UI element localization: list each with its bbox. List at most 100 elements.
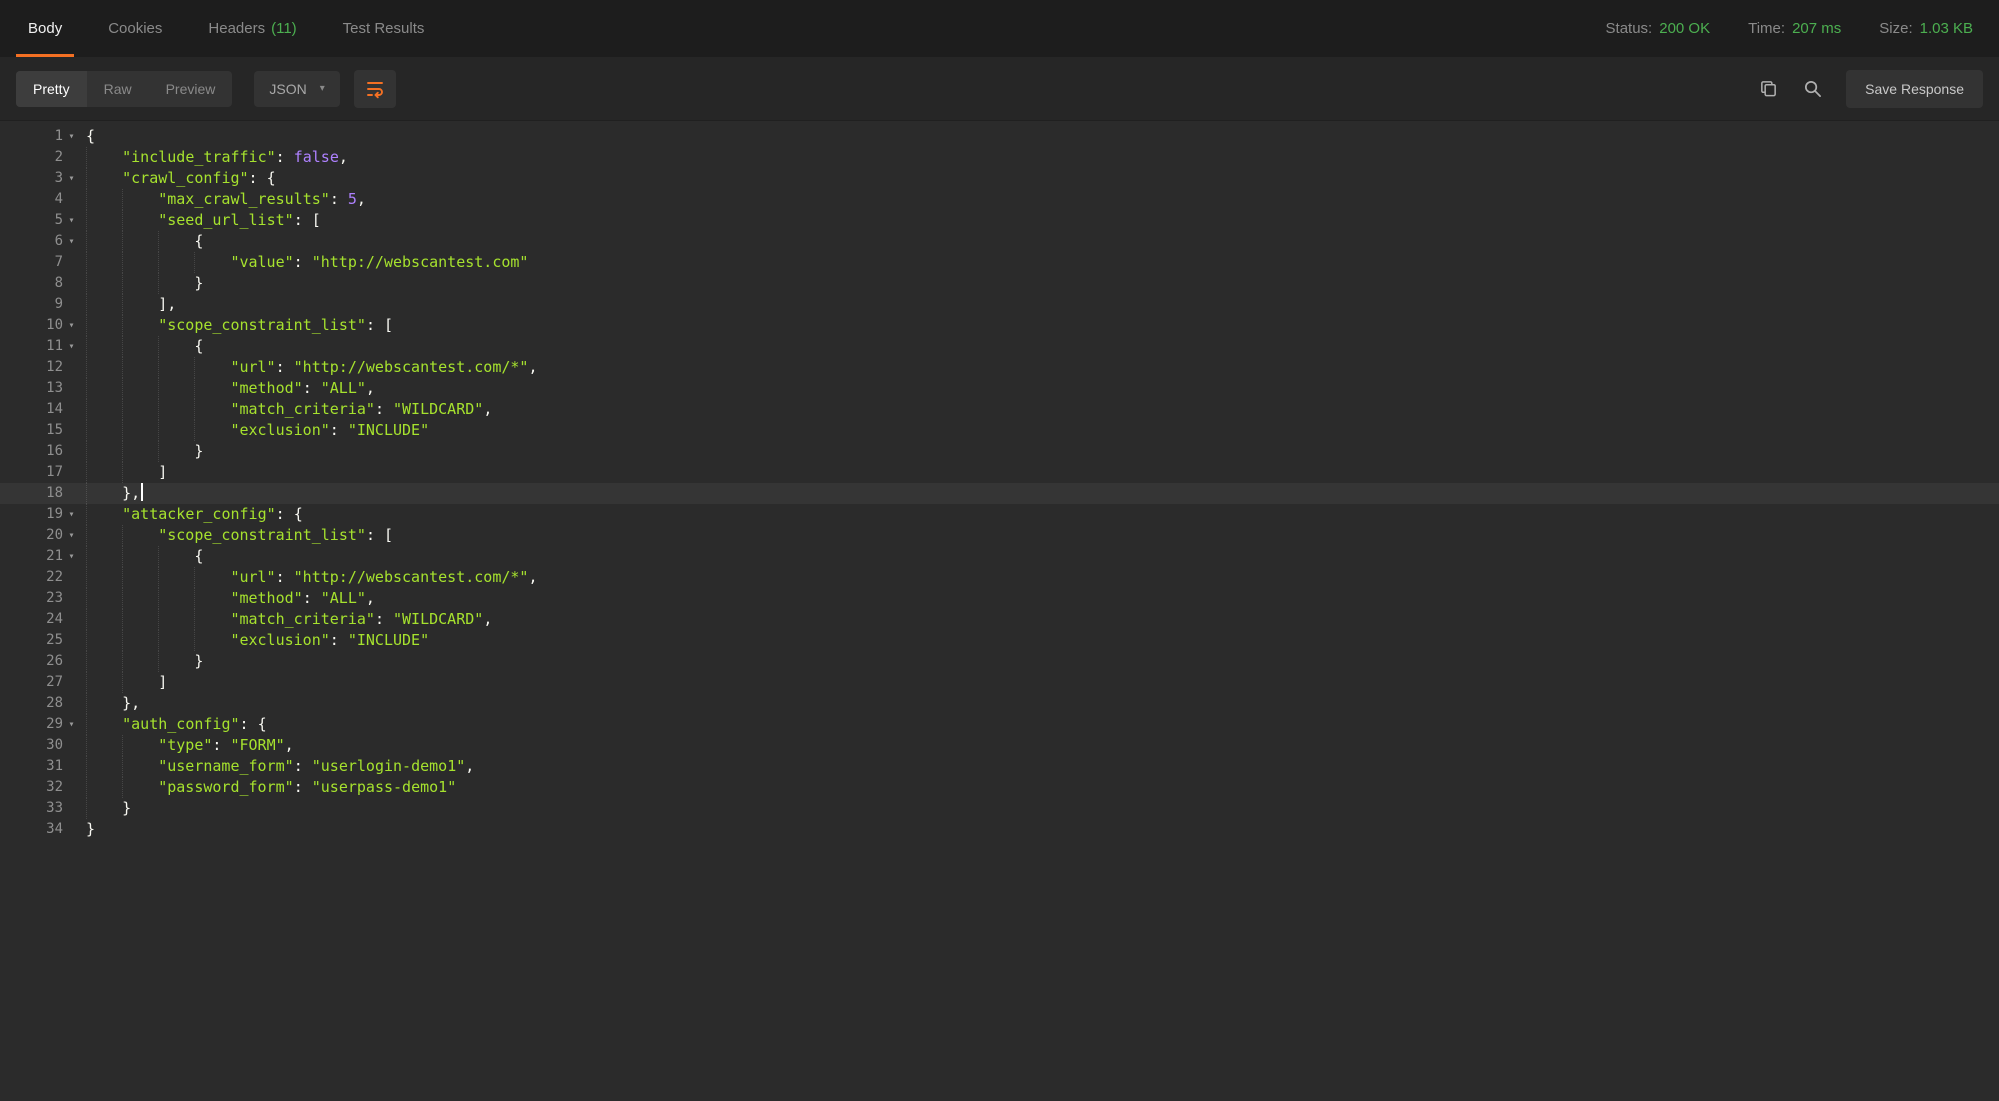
code-line[interactable]: 31"username_form": "userlogin-demo1",	[0, 756, 1999, 777]
code-text[interactable]: }	[80, 441, 1999, 462]
gutter-cell: 24	[0, 609, 80, 630]
code-line[interactable]: 17]	[0, 462, 1999, 483]
code-text[interactable]: "exclusion": "INCLUDE"	[80, 420, 1999, 441]
code-line[interactable]: 14"match_criteria": "WILDCARD",	[0, 399, 1999, 420]
code-line[interactable]: 13"method": "ALL",	[0, 378, 1999, 399]
response-body-editor[interactable]: 1▾{2"include_traffic": false,3▾"crawl_co…	[0, 120, 1999, 1101]
wrap-lines-button[interactable]	[354, 70, 396, 108]
fold-toggle-icon[interactable]: ▾	[63, 126, 80, 147]
token-str: "userpass-demo1"	[312, 778, 457, 796]
code-text[interactable]: }	[80, 798, 1999, 819]
tab-cookies[interactable]: Cookies	[106, 0, 164, 57]
code-text[interactable]: },	[80, 693, 1999, 714]
fold-toggle-icon[interactable]: ▾	[63, 504, 80, 525]
code-line[interactable]: 20▾"scope_constraint_list": [	[0, 525, 1999, 546]
fold-toggle-icon[interactable]: ▾	[63, 714, 80, 735]
code-text[interactable]: ]	[80, 462, 1999, 483]
response-body-toolbar: Pretty Raw Preview JSON ▾	[0, 57, 1999, 120]
code-text[interactable]: "match_criteria": "WILDCARD",	[80, 609, 1999, 630]
code-line[interactable]: 4"max_crawl_results": 5,	[0, 189, 1999, 210]
code-line[interactable]: 22"url": "http://webscantest.com/*",	[0, 567, 1999, 588]
pretty-button[interactable]: Pretty	[16, 71, 87, 107]
code-text[interactable]: "scope_constraint_list": [	[80, 315, 1999, 336]
code-text[interactable]: "password_form": "userpass-demo1"	[80, 777, 1999, 798]
code-line[interactable]: 5▾"seed_url_list": [	[0, 210, 1999, 231]
code-text[interactable]: "exclusion": "INCLUDE"	[80, 630, 1999, 651]
code-text[interactable]: }	[80, 651, 1999, 672]
tab-body[interactable]: Body	[26, 0, 64, 57]
code-text[interactable]: }	[80, 273, 1999, 294]
search-button[interactable]	[1802, 79, 1822, 99]
save-response-button[interactable]: Save Response	[1846, 70, 1983, 108]
fold-toggle-icon[interactable]: ▾	[63, 336, 80, 357]
fold-toggle-icon[interactable]: ▾	[63, 546, 80, 567]
code-text[interactable]: }	[80, 819, 1999, 840]
language-select[interactable]: JSON ▾	[254, 71, 339, 107]
code-text[interactable]: "match_criteria": "WILDCARD",	[80, 399, 1999, 420]
code-line[interactable]: 23"method": "ALL",	[0, 588, 1999, 609]
code-text[interactable]: "url": "http://webscantest.com/*",	[80, 357, 1999, 378]
tab-test-results[interactable]: Test Results	[341, 0, 427, 57]
code-text[interactable]: "username_form": "userlogin-demo1",	[80, 756, 1999, 777]
code-text[interactable]: "scope_constraint_list": [	[80, 525, 1999, 546]
fold-toggle-icon[interactable]: ▾	[63, 525, 80, 546]
code-line[interactable]: 25"exclusion": "INCLUDE"	[0, 630, 1999, 651]
code-text[interactable]: {	[80, 126, 1999, 147]
code-text[interactable]: "attacker_config": {	[80, 504, 1999, 525]
code-line[interactable]: 21▾{	[0, 546, 1999, 567]
code-line[interactable]: 9],	[0, 294, 1999, 315]
fold-toggle-icon[interactable]: ▾	[63, 168, 80, 189]
code-line[interactable]: 15"exclusion": "INCLUDE"	[0, 420, 1999, 441]
code-text[interactable]: {	[80, 546, 1999, 567]
token-punct: ,	[465, 757, 474, 775]
code-text[interactable]: "max_crawl_results": 5,	[80, 189, 1999, 210]
code-line[interactable]: 33}	[0, 798, 1999, 819]
code-line[interactable]: 34}	[0, 819, 1999, 840]
code-line[interactable]: 16}	[0, 441, 1999, 462]
code-text[interactable]: {	[80, 336, 1999, 357]
code-text[interactable]: "seed_url_list": [	[80, 210, 1999, 231]
code-text[interactable]: "type": "FORM",	[80, 735, 1999, 756]
code-text[interactable]: "method": "ALL",	[80, 378, 1999, 399]
fold-toggle-icon[interactable]: ▾	[63, 210, 80, 231]
code-text[interactable]: "method": "ALL",	[80, 588, 1999, 609]
code-line[interactable]: 26}	[0, 651, 1999, 672]
copy-button[interactable]	[1758, 79, 1778, 99]
code-line[interactable]: 27]	[0, 672, 1999, 693]
code-line[interactable]: 19▾"attacker_config": {	[0, 504, 1999, 525]
code-line[interactable]: 18},	[0, 483, 1999, 504]
code-line[interactable]: 24"match_criteria": "WILDCARD",	[0, 609, 1999, 630]
code-line[interactable]: 29▾"auth_config": {	[0, 714, 1999, 735]
code-line[interactable]: 8}	[0, 273, 1999, 294]
indent-guide	[158, 357, 194, 378]
code-text[interactable]: ],	[80, 294, 1999, 315]
code-text[interactable]: "url": "http://webscantest.com/*",	[80, 567, 1999, 588]
code-text[interactable]: {	[80, 231, 1999, 252]
code-text[interactable]: "value": "http://webscantest.com"	[80, 252, 1999, 273]
code-text[interactable]: },	[80, 483, 1999, 504]
code-line[interactable]: 11▾{	[0, 336, 1999, 357]
tab-headers[interactable]: Headers (11)	[206, 0, 298, 57]
code-text[interactable]: "include_traffic": false,	[80, 147, 1999, 168]
code-line[interactable]: 30"type": "FORM",	[0, 735, 1999, 756]
gutter-cell: 19▾	[0, 504, 80, 525]
code-line[interactable]: 32"password_form": "userpass-demo1"	[0, 777, 1999, 798]
code-line[interactable]: 2"include_traffic": false,	[0, 147, 1999, 168]
preview-button[interactable]: Preview	[149, 71, 233, 107]
code-line[interactable]: 1▾{	[0, 126, 1999, 147]
fold-toggle-icon[interactable]: ▾	[63, 315, 80, 336]
gutter-cell: 25	[0, 630, 80, 651]
code-text[interactable]: "auth_config": {	[80, 714, 1999, 735]
code-text[interactable]: "crawl_config": {	[80, 168, 1999, 189]
code-line[interactable]: 3▾"crawl_config": {	[0, 168, 1999, 189]
code-line[interactable]: 28},	[0, 693, 1999, 714]
code-text[interactable]: ]	[80, 672, 1999, 693]
code-line[interactable]: 7"value": "http://webscantest.com"	[0, 252, 1999, 273]
code-line[interactable]: 12"url": "http://webscantest.com/*",	[0, 357, 1999, 378]
token-punct: ,	[528, 358, 537, 376]
code-line[interactable]: 6▾{	[0, 231, 1999, 252]
fold-toggle-icon[interactable]: ▾	[63, 231, 80, 252]
code-line[interactable]: 10▾"scope_constraint_list": [	[0, 315, 1999, 336]
indent-guide	[158, 420, 194, 441]
raw-button[interactable]: Raw	[87, 71, 149, 107]
